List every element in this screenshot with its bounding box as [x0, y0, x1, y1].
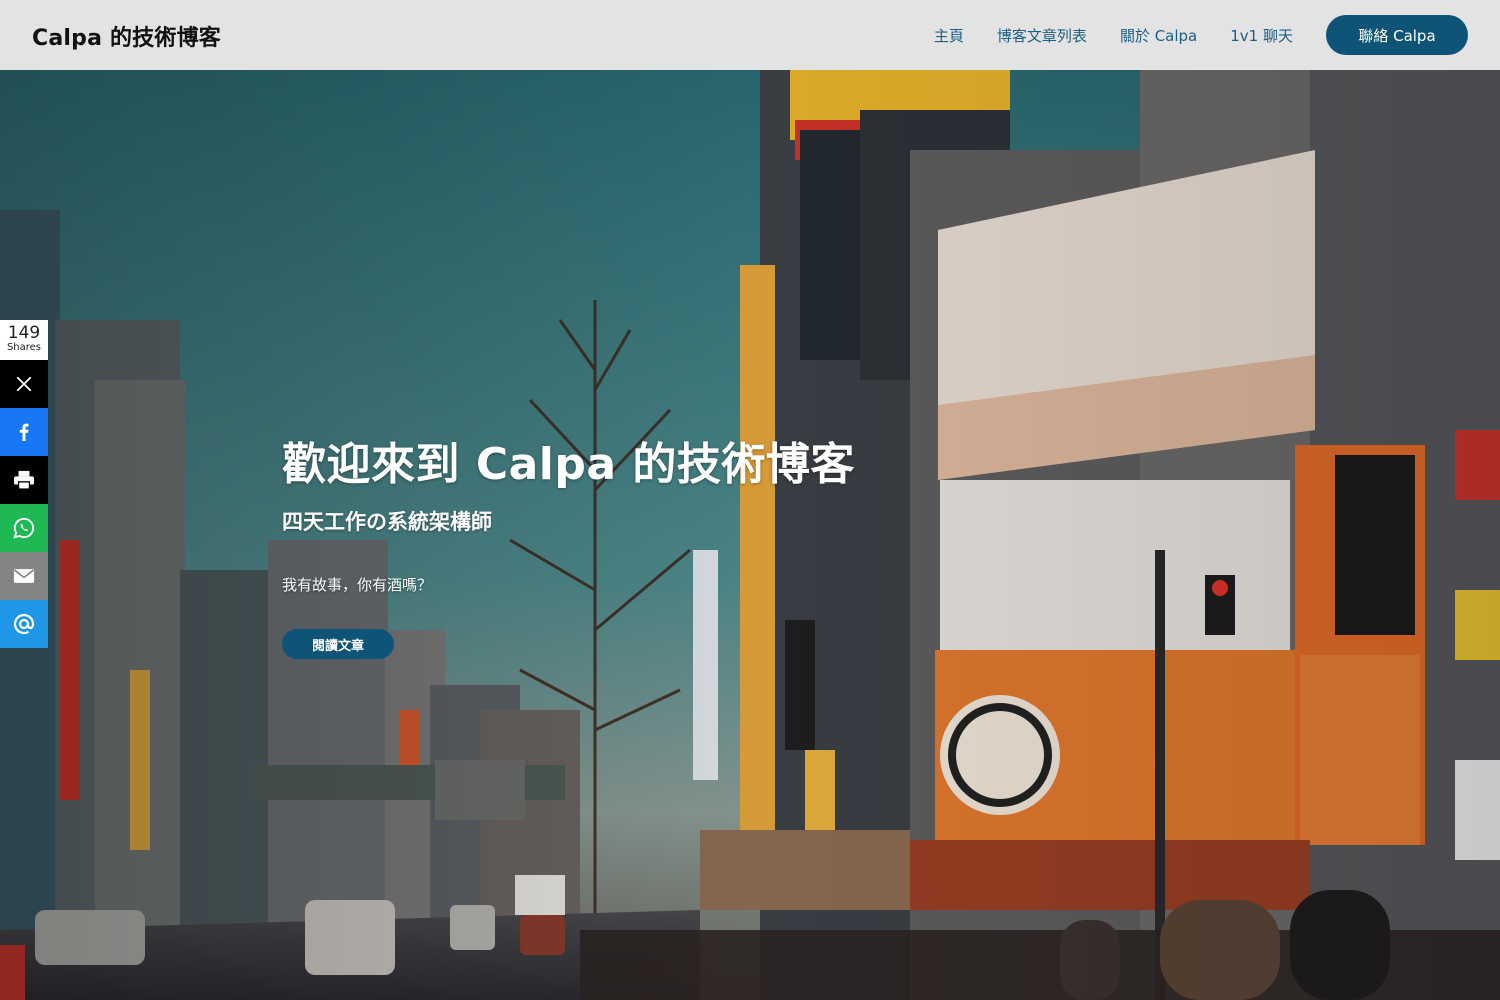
read-articles-button[interactable]: 閱讀文章	[282, 629, 394, 659]
share-whatsapp-button[interactable]	[0, 504, 48, 552]
share-mention-button[interactable]	[0, 600, 48, 648]
site-header: Calpa 的技術博客 主頁 博客文章列表 關於 Calpa 1v1 聊天 聯絡…	[0, 0, 1500, 70]
print-icon	[14, 470, 34, 490]
share-count-number: 149	[7, 323, 41, 343]
share-email-button[interactable]	[0, 552, 48, 600]
hero-section: 歡迎來到 Calpa 的技術博客 四天工作の系統架構師 我有故事，你有酒嗎？ 閱…	[0, 70, 1500, 1000]
nav-home[interactable]: 主頁	[934, 25, 964, 46]
hero-content: 歡迎來到 Calpa 的技術博客 四天工作の系統架構師 我有故事，你有酒嗎？ 閱…	[282, 428, 855, 659]
nav-about[interactable]: 關於 Calpa	[1120, 25, 1197, 46]
share-count: 149 Shares	[0, 320, 48, 360]
share-x-button[interactable]	[0, 360, 48, 408]
main-nav: 主頁 博客文章列表 關於 Calpa 1v1 聊天 聯絡 Calpa	[934, 0, 1500, 70]
x-icon	[16, 376, 32, 392]
facebook-icon	[19, 423, 29, 441]
nav-blog-list[interactable]: 博客文章列表	[997, 25, 1087, 46]
nav-chat[interactable]: 1v1 聊天	[1230, 25, 1293, 46]
email-icon	[13, 569, 35, 583]
share-bar: 149 Shares	[0, 320, 48, 648]
contact-button[interactable]: 聯絡 Calpa	[1326, 15, 1468, 55]
at-sign-icon	[13, 613, 35, 635]
share-count-label: Shares	[6, 342, 42, 353]
hero-title: 歡迎來到 Calpa 的技術博客	[282, 439, 855, 490]
site-title[interactable]: Calpa 的技術博客	[32, 20, 221, 52]
whatsapp-icon	[13, 517, 35, 539]
share-facebook-button[interactable]	[0, 408, 48, 456]
hero-subtitle: 四天工作の系統架構師	[282, 510, 492, 534]
share-print-button[interactable]	[0, 456, 48, 504]
hero-tagline: 我有故事，你有酒嗎？	[282, 576, 433, 594]
